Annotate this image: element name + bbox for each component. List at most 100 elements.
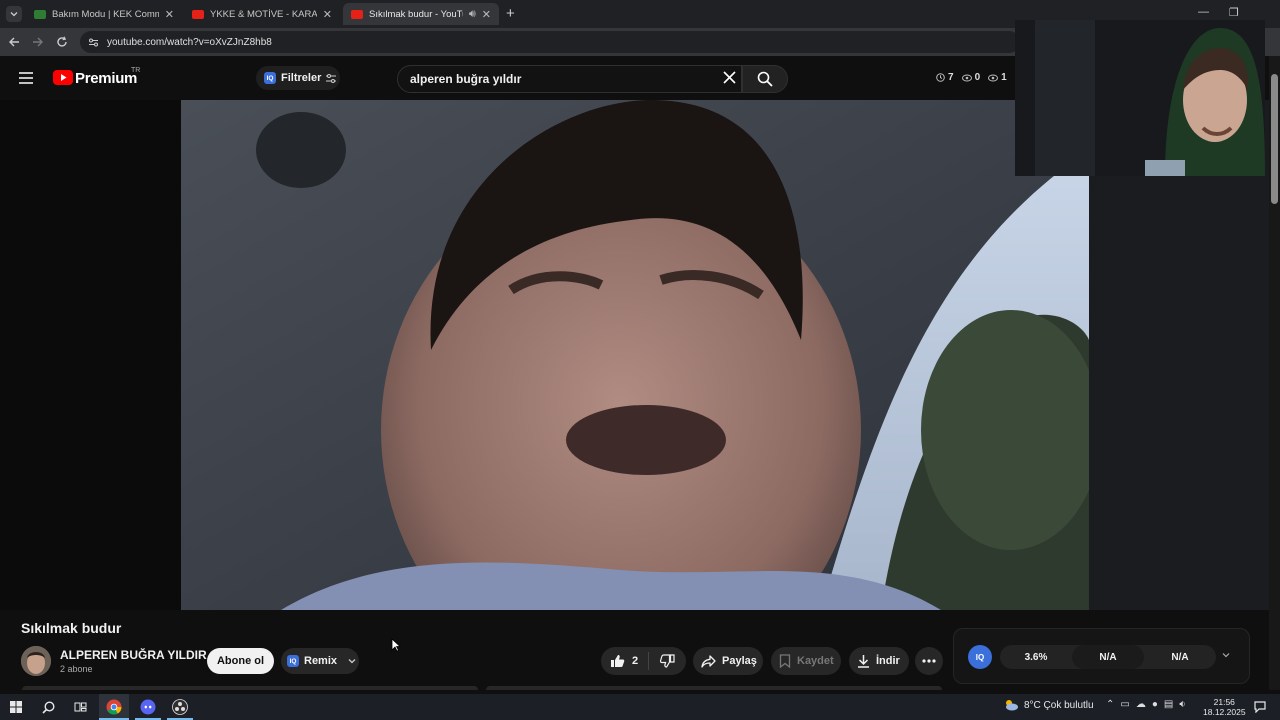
- webcam-overlay: [1015, 20, 1265, 176]
- clock-date: 18.12.2025: [1203, 707, 1246, 717]
- search-button[interactable]: [742, 65, 788, 93]
- taskbar-obs-button[interactable]: [167, 694, 193, 720]
- video-title: Sıkılmak budur: [21, 620, 122, 636]
- share-icon: [701, 654, 716, 668]
- tab-list-dropdown[interactable]: [6, 6, 22, 22]
- close-tab-icon[interactable]: ✕: [482, 8, 491, 21]
- more-horizontal-icon: [922, 659, 936, 663]
- video-letterbox-left: [0, 100, 181, 610]
- iq-badge[interactable]: IQ: [968, 645, 992, 669]
- tab-ykke-motive[interactable]: YKKE & MOTİVE - KARANLIK (O ✕: [184, 3, 340, 25]
- tab-sikilmak-budur[interactable]: Sıkılmak budur - YouTube 🔊︎ ✕: [343, 3, 499, 25]
- obs-icon: [172, 699, 188, 715]
- iq-metric-engagement: 3.6%: [1024, 651, 1048, 663]
- description-card[interactable]: [22, 686, 478, 690]
- webcam-image: [1015, 20, 1265, 176]
- brand-text: Premium: [75, 70, 138, 87]
- audio-playing-icon[interactable]: 🔊︎: [469, 8, 476, 21]
- restore-button[interactable]: ❐: [1229, 6, 1239, 19]
- youtube-favicon-icon: [192, 9, 204, 19]
- subscriber-count: 2 abone: [60, 664, 93, 674]
- save-button[interactable]: Kaydet: [771, 647, 841, 675]
- iq-metric-second: N/A: [1072, 645, 1144, 669]
- taskbar-chrome-button[interactable]: [99, 694, 129, 720]
- iq-metric-third: N/A: [1171, 651, 1189, 663]
- cloudy-weather-icon: [1006, 700, 1018, 711]
- start-button[interactable]: [7, 698, 25, 716]
- share-button[interactable]: Paylaş: [693, 647, 763, 675]
- download-icon: [858, 655, 869, 668]
- network-icon[interactable]: ▤: [1164, 699, 1173, 710]
- clear-search-button[interactable]: [723, 71, 736, 84]
- windows-taskbar: 8°C Çok bulutlu ⌃ ▭ ☁ ● ▤ 🔉︎ 21:56 18.12…: [0, 694, 1280, 720]
- sliders-icon: [326, 73, 337, 83]
- arrow-left-icon: [9, 37, 19, 47]
- search-input[interactable]: alperen buğra yıldır: [397, 65, 742, 93]
- subscribe-button[interactable]: Abone ol: [207, 648, 274, 674]
- chevron-down-icon: [348, 659, 356, 664]
- search-query-text: alperen buğra yıldır: [410, 72, 522, 86]
- channel-avatar[interactable]: [21, 646, 51, 676]
- close-tab-icon[interactable]: ✕: [323, 8, 332, 21]
- thumbs-up-icon: [611, 655, 625, 667]
- chevron-down-icon: [1222, 653, 1230, 658]
- youtube-logo[interactable]: [53, 70, 73, 85]
- page-scrollbar[interactable]: [1269, 56, 1280, 690]
- tab-title: Bakım Modu | KEK Community: [52, 8, 159, 20]
- weather-widget[interactable]: 8°C Çok bulutlu: [1003, 699, 1094, 711]
- like-button[interactable]: 2: [601, 652, 649, 670]
- stat-eye-value: 0: [974, 72, 981, 83]
- eye-icon: [961, 74, 972, 81]
- taskbar-search-button[interactable]: [39, 698, 57, 716]
- youtube-play-logo-icon: [53, 70, 73, 85]
- description-preview-strip: [22, 686, 942, 690]
- thumbs-down-icon: [660, 654, 675, 668]
- channel-name[interactable]: ALPEREN BUĞRA YILDIR: [60, 648, 207, 662]
- iq-extension-panel: IQ 3.6% N/A N/A: [953, 628, 1250, 684]
- address-bar[interactable]: youtube.com/watch?v=oXvZJnZ8hb8: [80, 31, 1020, 53]
- bookmark-icon: [779, 654, 791, 668]
- video-player[interactable]: [181, 100, 1089, 610]
- comments-card[interactable]: [486, 686, 942, 690]
- new-tab-button[interactable]: +: [506, 5, 515, 22]
- show-hidden-icons-icon[interactable]: ⌃: [1106, 699, 1114, 710]
- search-icon: [41, 700, 55, 714]
- chrome-icon: [106, 699, 122, 715]
- iq-expand-button[interactable]: [1222, 651, 1230, 659]
- iq-logo-icon: IQ: [287, 655, 299, 667]
- onedrive-icon[interactable]: ☁: [1136, 699, 1146, 710]
- task-view-icon: [74, 702, 86, 712]
- notification-icon: [1254, 701, 1266, 713]
- back-button[interactable]: [6, 34, 22, 50]
- taskbar-discord-button[interactable]: [135, 694, 161, 720]
- menu-button[interactable]: [19, 72, 33, 84]
- site-info-icon[interactable]: [88, 37, 99, 48]
- meet-now-icon[interactable]: ▭: [1120, 699, 1129, 710]
- filters-button[interactable]: IQ Filtreler: [256, 66, 340, 90]
- tab-bakim-modu[interactable]: Bakım Modu | KEK Community ✕: [26, 3, 182, 25]
- task-view-button[interactable]: [71, 698, 89, 716]
- view-icon: [988, 74, 999, 81]
- microphone-icon[interactable]: ●: [1152, 699, 1158, 710]
- taskbar-clock[interactable]: 21:56 18.12.2025: [1203, 697, 1246, 717]
- iq-metrics-bar: 3.6% N/A N/A: [1000, 645, 1216, 669]
- more-actions-button[interactable]: [915, 647, 943, 675]
- windows-logo-icon: [10, 701, 22, 713]
- iq-logo-icon: IQ: [264, 72, 276, 84]
- dislike-button[interactable]: [649, 654, 686, 668]
- download-button[interactable]: İndir: [849, 647, 909, 675]
- forward-button[interactable]: [30, 34, 46, 50]
- kek-favicon-icon: [34, 9, 46, 19]
- reload-button[interactable]: [54, 34, 70, 50]
- scrollbar-thumb[interactable]: [1271, 74, 1278, 204]
- notifications-button[interactable]: [1251, 698, 1269, 716]
- stat-clock-value: 7: [948, 72, 954, 83]
- volume-icon[interactable]: 🔉︎: [1179, 699, 1185, 710]
- share-label: Paylaş: [722, 655, 757, 667]
- save-label: Kaydet: [797, 655, 834, 667]
- remix-button[interactable]: IQ Remix: [281, 648, 359, 674]
- mouse-cursor-icon: [391, 638, 401, 652]
- minimize-button[interactable]: —: [1198, 6, 1209, 18]
- close-tab-icon[interactable]: ✕: [165, 8, 174, 21]
- region-label: TR: [131, 67, 141, 74]
